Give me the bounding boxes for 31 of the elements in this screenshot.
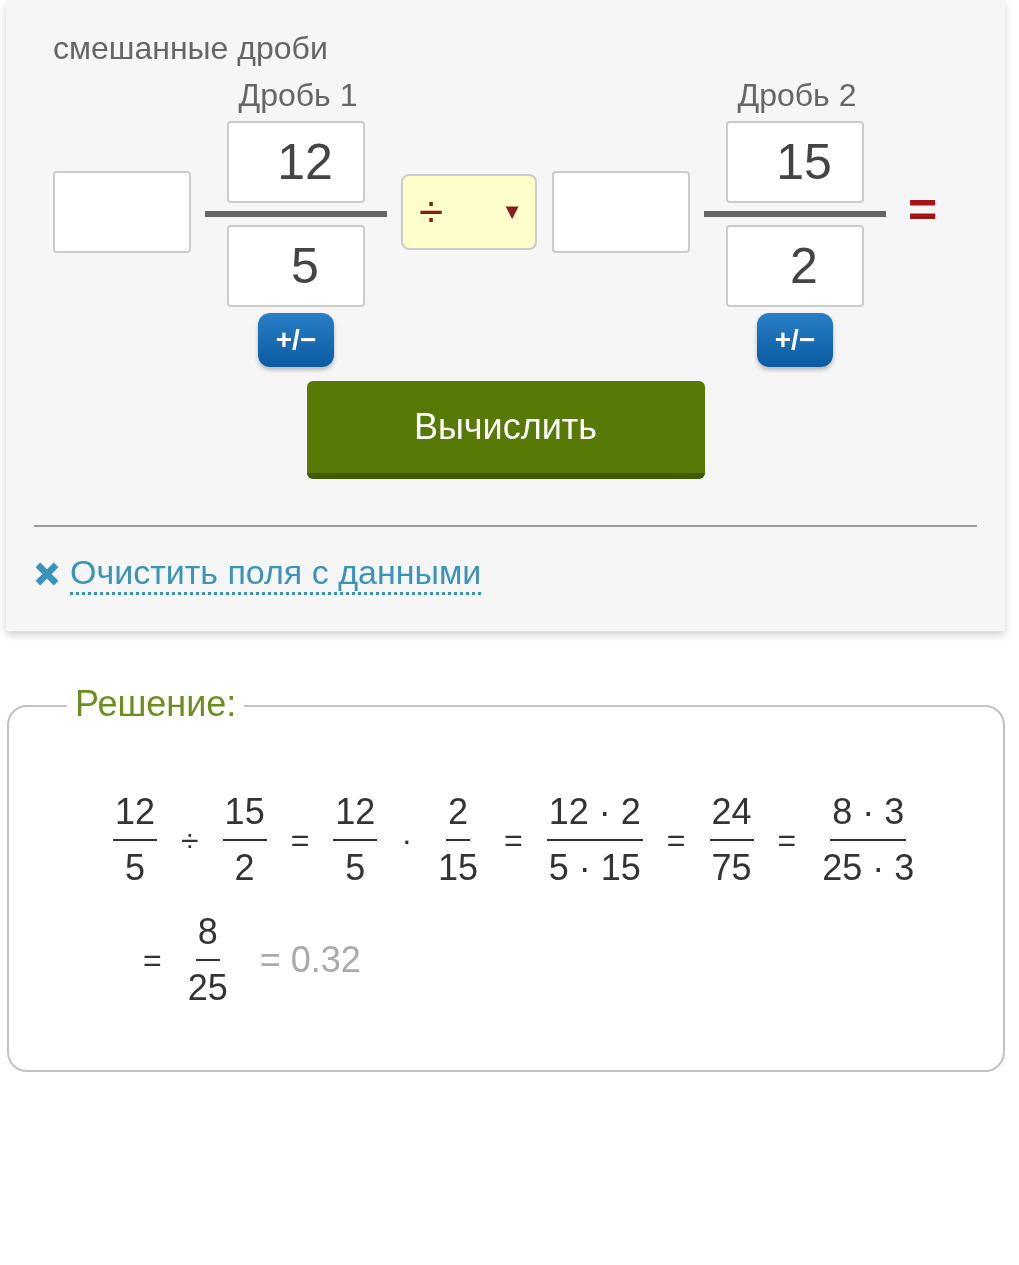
fraction: 24 75 bbox=[709, 791, 754, 889]
numerator-field[interactable]: 15 bbox=[726, 121, 864, 203]
close-icon bbox=[34, 561, 60, 587]
fraction-title: Дробь 2 bbox=[736, 77, 858, 114]
operator-dropdown[interactable]: ÷ ▼ bbox=[401, 174, 537, 250]
fraction: 15 2 bbox=[222, 791, 267, 889]
denominator-field[interactable]: 2 bbox=[726, 225, 864, 307]
math-operator: = bbox=[666, 821, 686, 859]
numerator-field[interactable]: 12 bbox=[227, 121, 365, 203]
compute-button[interactable]: Вычислить bbox=[306, 381, 705, 479]
whole-part-field[interactable] bbox=[552, 171, 690, 253]
decimal-result: = 0.32 bbox=[259, 939, 361, 981]
fraction: 12 5 bbox=[333, 791, 378, 889]
whole-part-field[interactable] bbox=[53, 171, 191, 253]
fraction: 2 15 bbox=[437, 791, 480, 889]
math-operator: ÷ bbox=[181, 821, 199, 859]
math-operator: · bbox=[401, 821, 413, 859]
sign-toggle-button[interactable]: +/− bbox=[757, 313, 833, 367]
fraction-type-label: смешанные дроби bbox=[52, 30, 329, 67]
equals-sign: = bbox=[908, 181, 938, 239]
fraction: 12 · 2 5 · 15 bbox=[546, 791, 643, 889]
fraction: 12 5 bbox=[113, 791, 158, 889]
sign-toggle-button[interactable]: +/− bbox=[258, 313, 334, 367]
fraction: 8 · 3 25 · 3 bbox=[821, 791, 916, 889]
fraction-title: Дробь 1 bbox=[237, 77, 359, 114]
math-operator: = bbox=[504, 821, 523, 859]
math-operator: = bbox=[290, 821, 310, 859]
math-operator: = bbox=[143, 941, 162, 979]
math-operator: = bbox=[777, 821, 797, 859]
denominator-field[interactable]: 5 bbox=[227, 225, 365, 307]
fraction: 8 25 bbox=[186, 911, 229, 1009]
